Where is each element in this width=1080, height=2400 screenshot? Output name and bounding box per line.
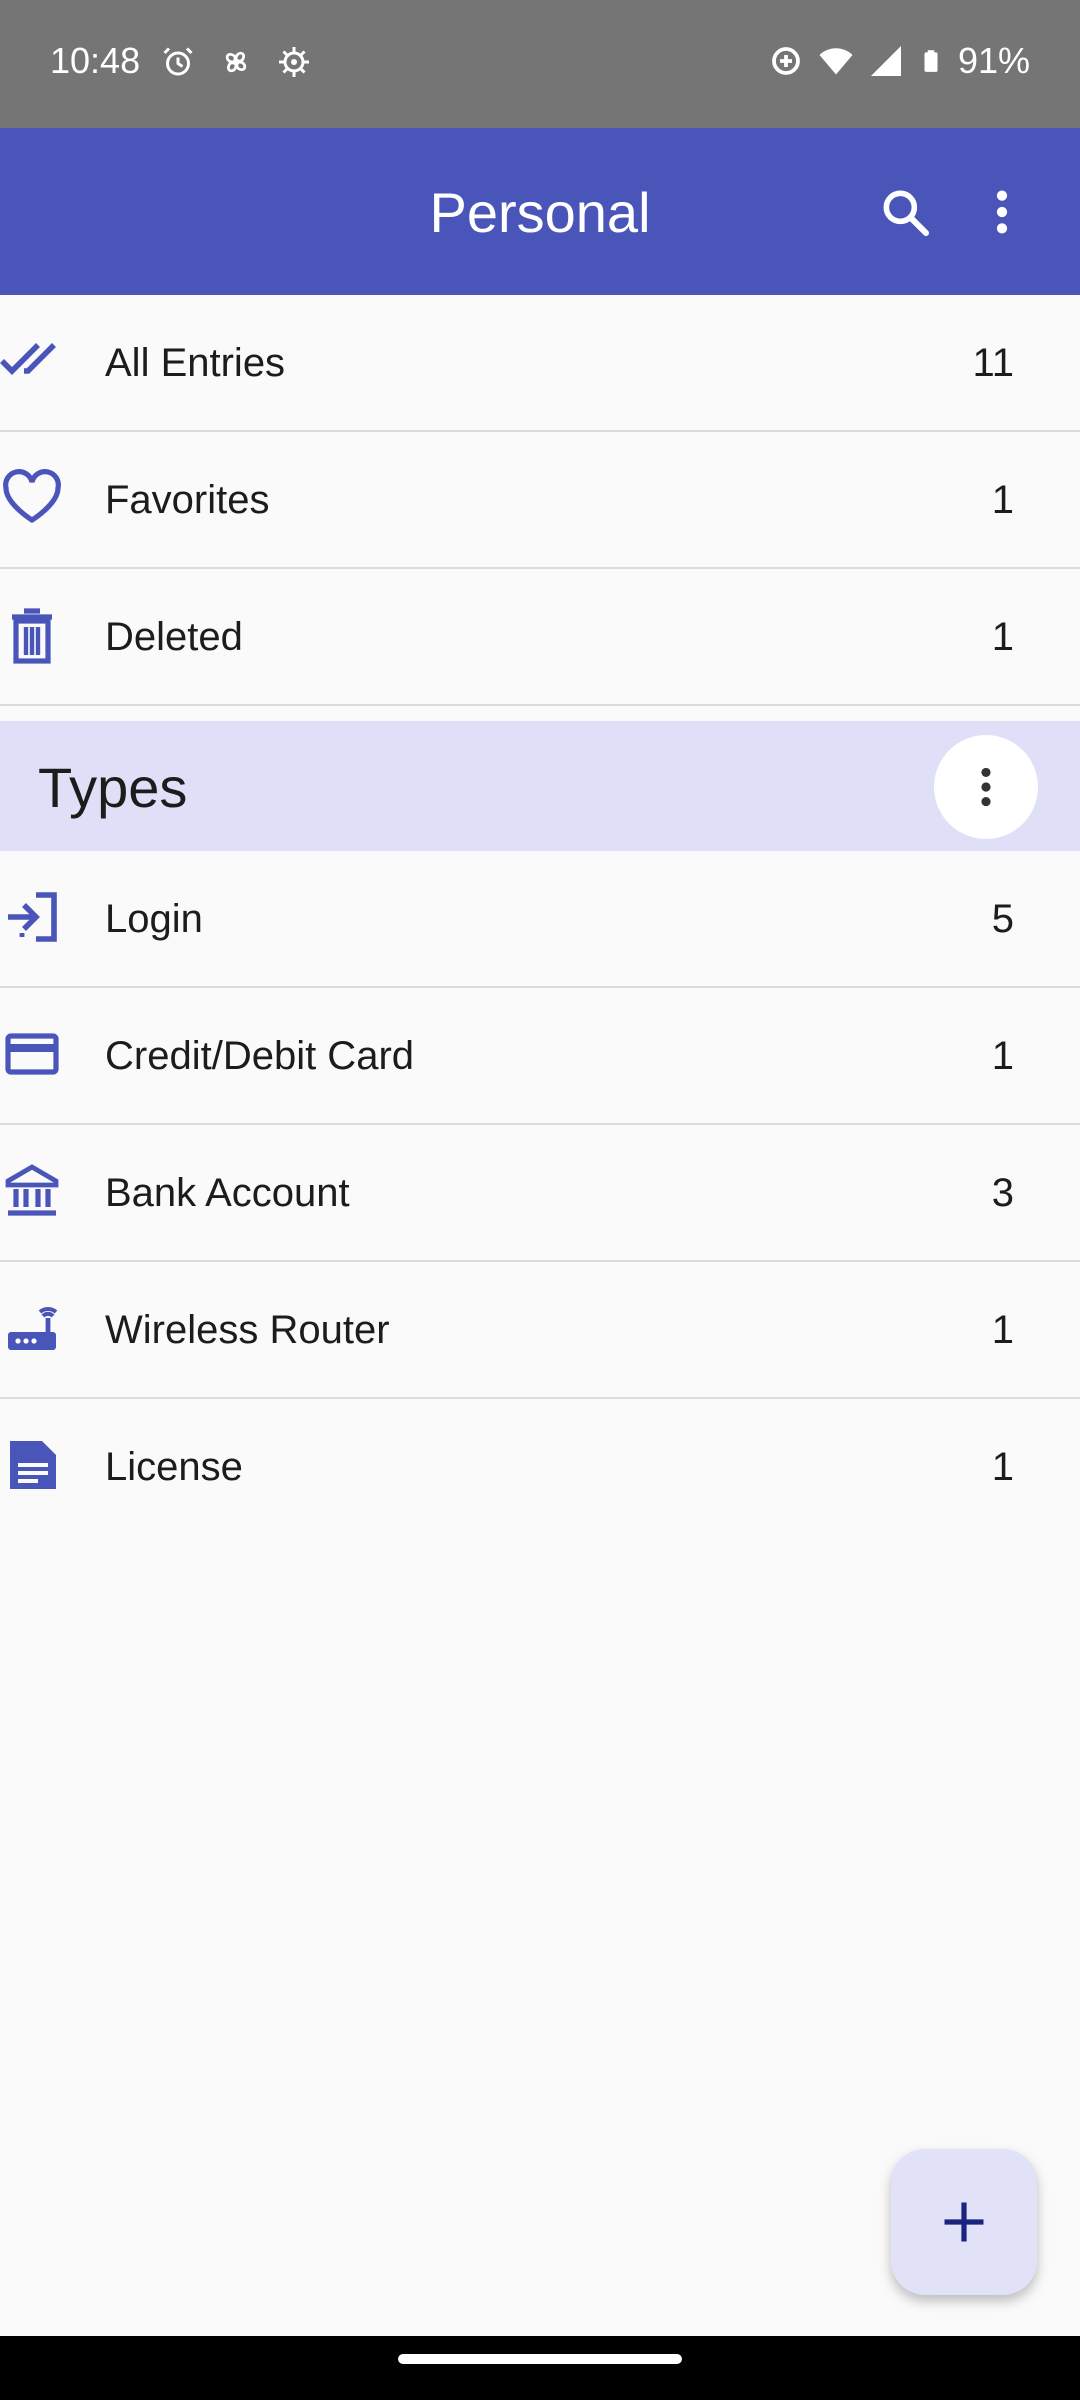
types-section-header: Types <box>0 721 1080 851</box>
type-label: Login <box>105 897 203 941</box>
search-button[interactable] <box>873 180 937 244</box>
status-right-icons: 91% <box>768 40 1030 82</box>
type-login[interactable]: Login 5 <box>0 851 1080 988</box>
type-count: 5 <box>991 897 1014 941</box>
category-label: Favorites <box>105 478 270 522</box>
status-time: 10:48 <box>50 40 141 81</box>
system-nav-bar <box>0 2336 1080 2400</box>
plus-icon <box>944 2202 984 2242</box>
status-left-icons <box>160 44 312 80</box>
type-bank-account[interactable]: Bank Account 3 <box>0 1125 1080 1262</box>
bank-icon <box>5 1164 59 1216</box>
home-gesture-handle[interactable] <box>398 2354 682 2364</box>
category-count: 11 <box>972 341 1014 385</box>
login-icon <box>8 892 57 942</box>
category-favorites[interactable]: Favorites 1 <box>0 432 1080 569</box>
category-label: All Entries <box>105 341 286 385</box>
type-label: Credit/Debit Card <box>105 1034 415 1078</box>
wifi-icon <box>819 48 853 75</box>
category-all-entries[interactable]: All Entries 11 <box>0 295 1080 432</box>
credit-card-icon <box>5 1033 59 1075</box>
category-count: 1 <box>991 478 1014 522</box>
signal-icon <box>870 46 901 76</box>
section-title: Types <box>38 756 188 819</box>
fan-icon <box>225 51 247 73</box>
type-count: 1 <box>991 1034 1014 1078</box>
type-label: License <box>105 1445 243 1489</box>
type-wireless-router[interactable]: Wireless Router 1 <box>0 1262 1080 1399</box>
battery-icon <box>924 50 938 72</box>
category-count: 1 <box>991 615 1014 659</box>
type-count: 1 <box>991 1308 1014 1352</box>
type-count: 3 <box>991 1171 1014 1215</box>
alarm-icon <box>163 47 193 76</box>
settings-gear-icon <box>279 47 309 77</box>
double-check-icon <box>0 343 56 375</box>
add-entry-button[interactable] <box>891 2149 1037 2295</box>
router-icon <box>8 1307 58 1350</box>
battery-percent: 91% <box>957 40 1030 81</box>
type-label: Wireless Router <box>105 1308 390 1352</box>
more-vert-icon <box>996 190 1008 234</box>
category-deleted[interactable]: Deleted 1 <box>0 569 1080 706</box>
types-menu-button[interactable] <box>934 735 1038 839</box>
type-label: Bank Account <box>105 1171 350 1215</box>
more-options-button[interactable] <box>970 180 1034 244</box>
type-credit-card[interactable]: Credit/Debit Card 1 <box>0 988 1080 1125</box>
search-icon <box>883 190 930 237</box>
type-license[interactable]: License 1 <box>0 1399 1080 1536</box>
trash-icon <box>12 608 52 664</box>
data-saver-icon <box>772 47 800 75</box>
app-bar: Personal <box>0 128 1080 295</box>
category-label: Deleted <box>105 615 243 659</box>
license-icon <box>10 1441 56 1489</box>
more-vert-icon <box>981 767 991 807</box>
type-count: 1 <box>991 1445 1014 1489</box>
status-bar: 10:48 91% <box>0 0 1080 128</box>
heart-icon <box>3 469 61 524</box>
